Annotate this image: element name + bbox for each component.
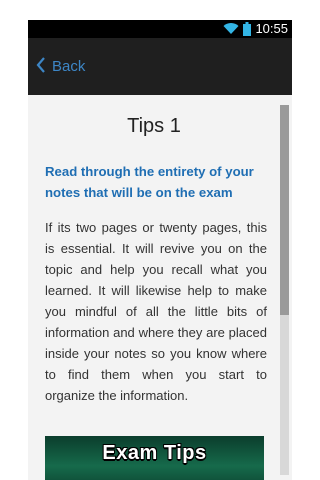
article-subheading: Read through the entirety of your notes … (45, 164, 254, 200)
article-content[interactable]: Tips 1 Read through the entirety of your… (28, 95, 292, 480)
wifi-icon (223, 23, 239, 35)
scrollbar[interactable] (280, 105, 289, 475)
battery-icon (243, 22, 252, 36)
scrollbar-thumb[interactable] (280, 105, 289, 315)
back-button[interactable]: Back (36, 38, 85, 95)
exam-tips-banner: Exam Tips (45, 436, 264, 480)
status-icons: 10:55 (223, 20, 288, 38)
back-label: Back (52, 58, 86, 75)
banner-text: Exam Tips (102, 442, 207, 464)
page-title: Tips 1 (127, 115, 181, 137)
chevron-left-icon (36, 56, 46, 77)
status-time: 10:55 (255, 21, 288, 36)
phone-screen: 10:55 Back Tips 1 Read through the entir… (28, 20, 292, 480)
action-bar: Back (28, 38, 292, 96)
article-body: If its two pages or twenty pages, this i… (45, 220, 267, 403)
status-bar: 10:55 (28, 20, 292, 38)
